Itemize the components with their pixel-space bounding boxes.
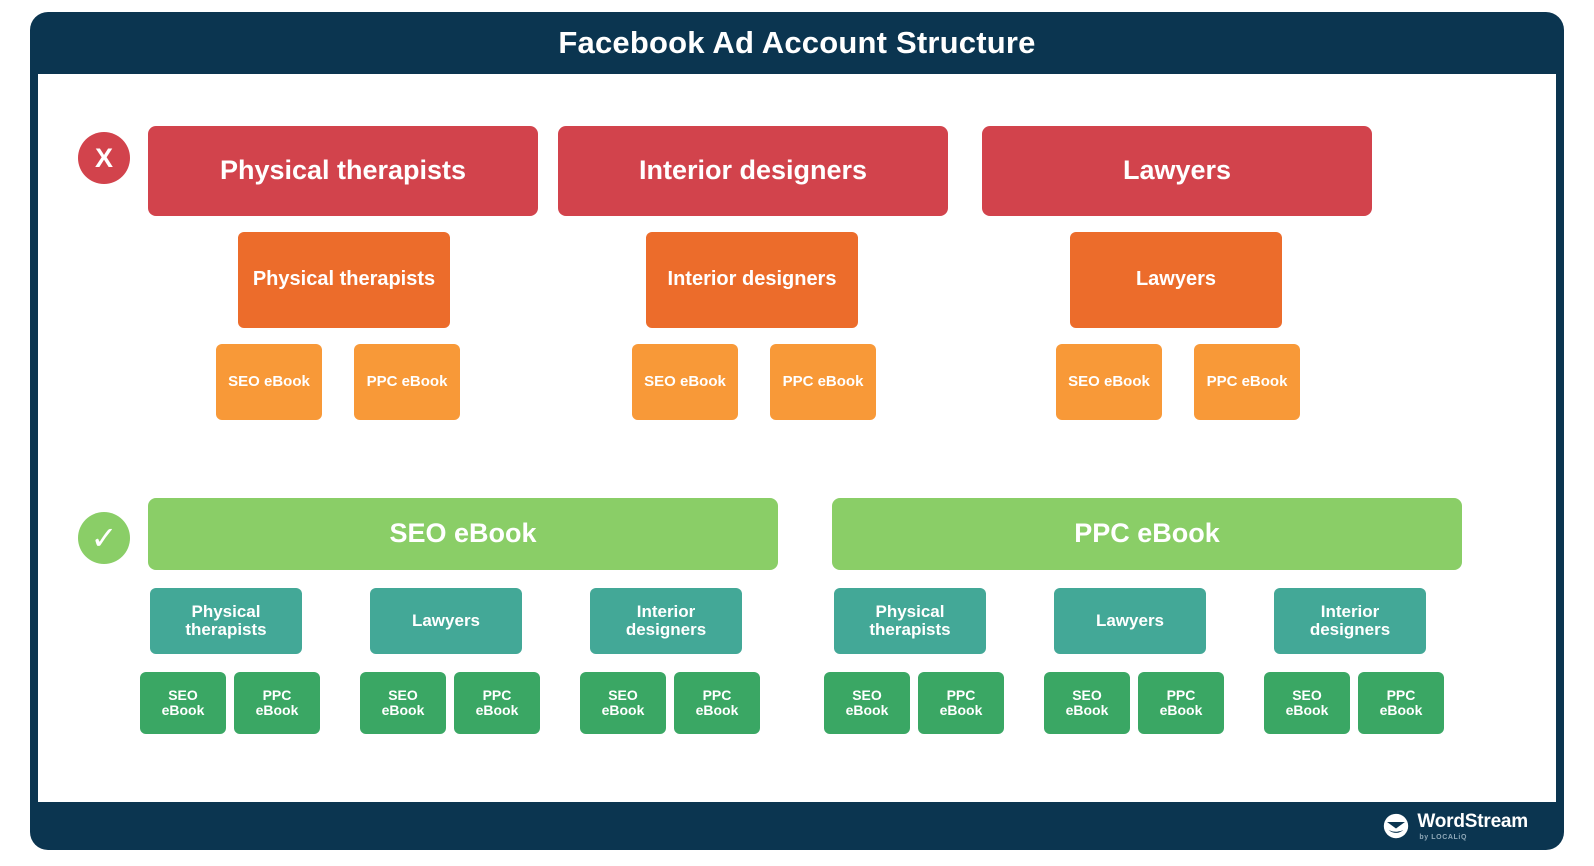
campaign-box[interactable]: Physical therapists bbox=[148, 126, 538, 216]
logo-text: WordStream by LOCALiQ bbox=[1417, 812, 1528, 841]
ad-box[interactable]: PPC eBook bbox=[1138, 672, 1224, 734]
logo-subtitle: by LOCALiQ bbox=[1419, 833, 1467, 841]
ad-box[interactable]: SEO eBook bbox=[632, 344, 738, 420]
ad-box[interactable]: PPC eBook bbox=[918, 672, 1004, 734]
footer-bar: WordStream by LOCALiQ bbox=[30, 802, 1564, 850]
check-icon: ✓ bbox=[90, 520, 118, 556]
ad-box[interactable]: SEO eBook bbox=[216, 344, 322, 420]
correct-badge: ✓ bbox=[78, 512, 130, 564]
campaign-box[interactable]: Lawyers bbox=[982, 126, 1372, 216]
adset-box[interactable]: Physical therapists bbox=[150, 588, 302, 654]
ad-box[interactable]: SEO eBook bbox=[1264, 672, 1350, 734]
infographic-frame: Facebook Ad Account Structure X Physical… bbox=[30, 12, 1564, 850]
adset-box[interactable]: Physical therapists bbox=[238, 232, 450, 328]
adset-box[interactable]: Lawyers bbox=[1054, 588, 1206, 654]
adset-box[interactable]: Interior designers bbox=[646, 232, 858, 328]
wordstream-logo: WordStream by LOCALiQ bbox=[1383, 812, 1528, 841]
campaign-box[interactable]: Interior designers bbox=[558, 126, 948, 216]
ad-box[interactable]: PPC eBook bbox=[674, 672, 760, 734]
x-icon: X bbox=[94, 142, 113, 173]
ad-box[interactable]: PPC eBook bbox=[1194, 344, 1300, 420]
ad-box[interactable]: PPC eBook bbox=[234, 672, 320, 734]
adset-box[interactable]: Physical therapists bbox=[834, 588, 986, 654]
logo-name: WordStream bbox=[1417, 810, 1528, 832]
ad-box[interactable]: PPC eBook bbox=[1358, 672, 1444, 734]
ad-box[interactable]: PPC eBook bbox=[454, 672, 540, 734]
ad-box[interactable]: SEO eBook bbox=[580, 672, 666, 734]
ad-box[interactable]: PPC eBook bbox=[770, 344, 876, 420]
adset-box[interactable]: Interior designers bbox=[590, 588, 742, 654]
campaign-box[interactable]: PPC eBook bbox=[832, 498, 1462, 570]
diagram-panel: X Physical therapists Physical therapist… bbox=[38, 74, 1556, 802]
campaign-box[interactable]: SEO eBook bbox=[148, 498, 778, 570]
header-bar: Facebook Ad Account Structure bbox=[30, 12, 1564, 74]
ad-box[interactable]: SEO eBook bbox=[1056, 344, 1162, 420]
incorrect-badge: X bbox=[78, 132, 130, 184]
wordstream-mark-icon bbox=[1384, 813, 1409, 839]
ad-box[interactable]: SEO eBook bbox=[360, 672, 446, 734]
adset-box[interactable]: Lawyers bbox=[1070, 232, 1282, 328]
page-title: Facebook Ad Account Structure bbox=[558, 25, 1036, 60]
ad-box[interactable]: SEO eBook bbox=[140, 672, 226, 734]
ad-box[interactable]: SEO eBook bbox=[824, 672, 910, 734]
adset-box[interactable]: Interior designers bbox=[1274, 588, 1426, 654]
ad-box[interactable]: PPC eBook bbox=[354, 344, 460, 420]
ad-box[interactable]: SEO eBook bbox=[1044, 672, 1130, 734]
adset-box[interactable]: Lawyers bbox=[370, 588, 522, 654]
